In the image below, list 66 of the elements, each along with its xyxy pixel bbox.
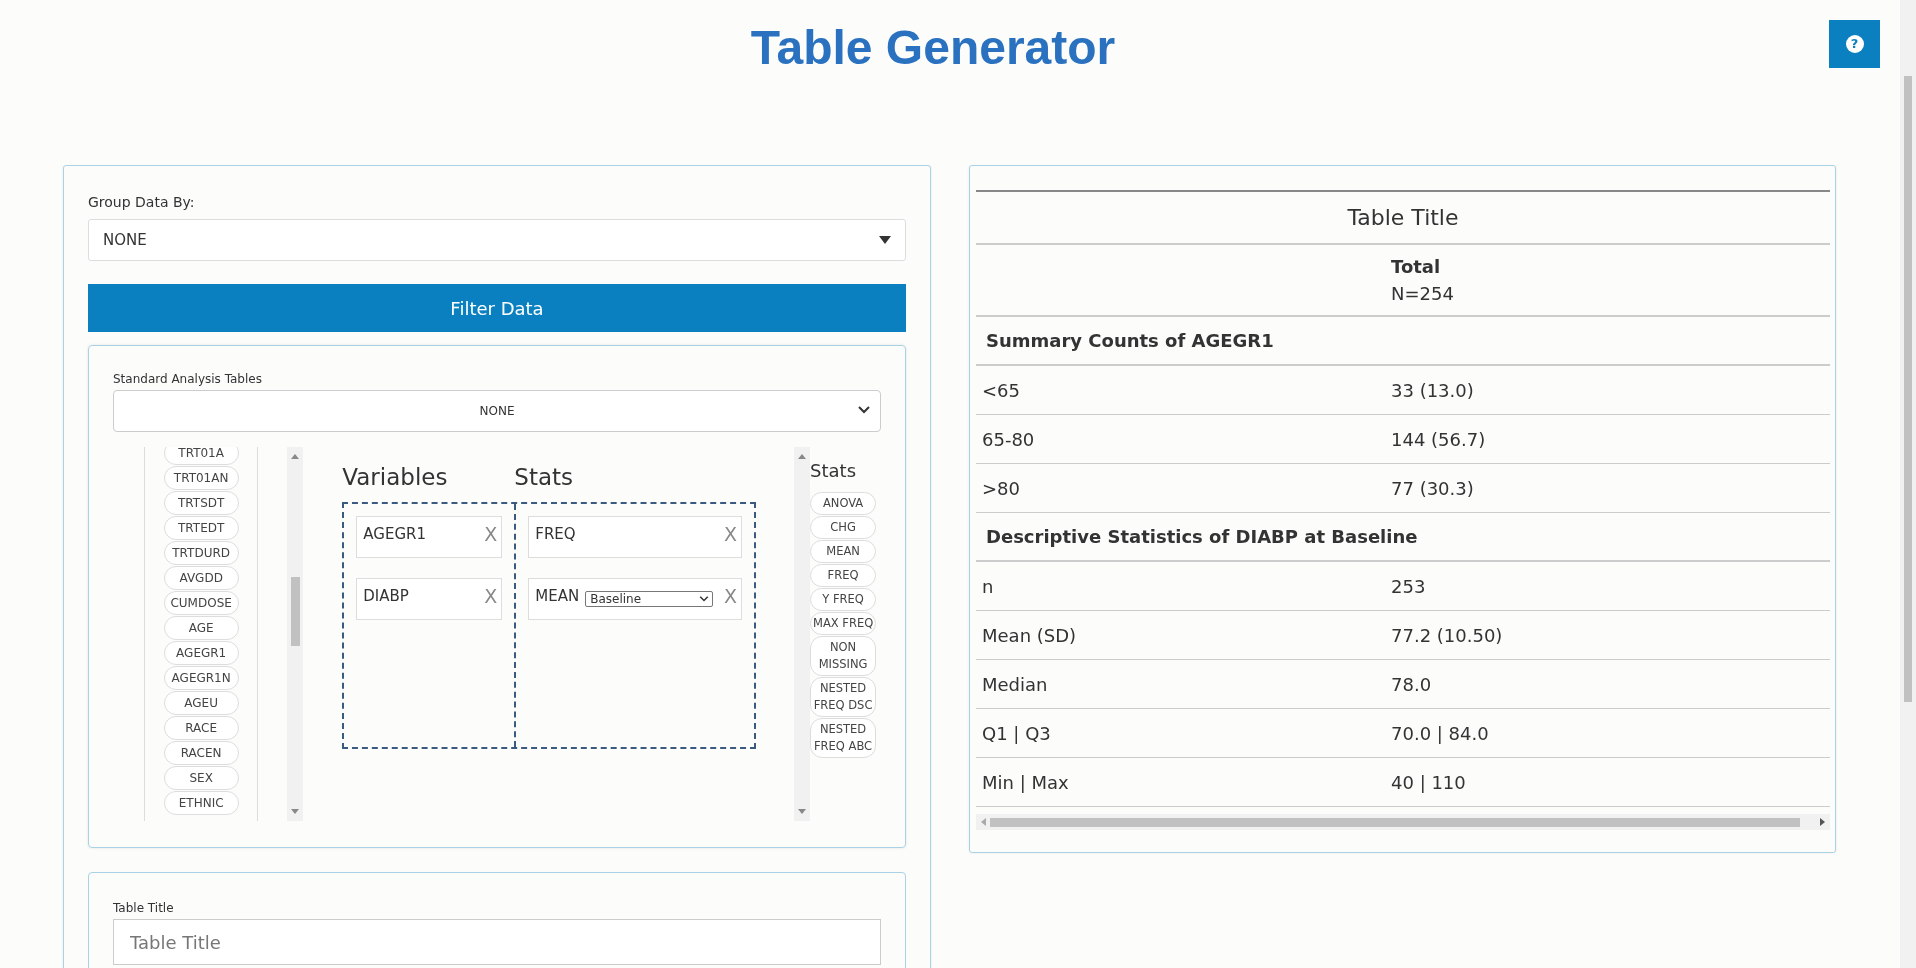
table-cell: 70.0 | 84.0: [1391, 722, 1489, 744]
variable-chip[interactable]: TRT01AN: [163, 466, 239, 490]
variable-chip[interactable]: SEX: [163, 766, 239, 790]
standard-tables-select[interactable]: NONE: [113, 390, 881, 432]
variable-chip[interactable]: AGEGR1N: [163, 666, 239, 690]
title-input[interactable]: Table Title: [113, 919, 881, 965]
variable-chip[interactable]: CUMDOSE: [163, 591, 239, 615]
column-header: Total: [1391, 255, 1442, 279]
row-label: 65-80: [982, 428, 1035, 450]
row-label: Q1 | Q3: [982, 722, 1051, 744]
variable-chip[interactable]: RACEN: [163, 741, 239, 765]
variable-chip[interactable]: TRT01A: [163, 447, 239, 465]
item-name: DIABP: [363, 586, 409, 607]
row-label: Min | Max: [982, 771, 1069, 793]
palette-heading: Stats: [810, 459, 858, 483]
stat-chip[interactable]: NESTED FREQ DSC: [810, 677, 877, 717]
row-label: Mean (SD): [982, 624, 1077, 646]
stat-chip[interactable]: ANOVA: [810, 492, 877, 515]
field-label: Table Title: [113, 900, 174, 917]
row-label: >80: [982, 477, 1020, 499]
item-name: FREQ: [535, 524, 576, 545]
table-cell: 253: [1391, 575, 1426, 597]
row-label: <65: [982, 379, 1020, 401]
variable-chip[interactable]: TRTSDT: [163, 491, 239, 515]
table-cell: 77.2 (10.50): [1391, 624, 1503, 646]
stat-chip[interactable]: Y FREQ: [810, 588, 877, 611]
variable-chip[interactable]: TRTEDT: [163, 516, 239, 540]
variable-chip[interactable]: RACE: [163, 716, 239, 740]
stat-chip[interactable]: NON MISSING: [810, 636, 877, 676]
variable-chip[interactable]: AVGDD: [163, 566, 239, 590]
remove-button[interactable]: X: [724, 587, 738, 606]
table-cell: 33 (13.0): [1391, 379, 1474, 401]
column-count: N=254: [1391, 282, 1455, 306]
stat-chip[interactable]: FREQ: [810, 564, 877, 587]
field-label: Group Data By:: [88, 193, 195, 212]
column-heading: Stats: [514, 462, 574, 492]
stat-chip[interactable]: MEAN: [810, 540, 877, 563]
option-select[interactable]: Baseline: [585, 591, 714, 607]
page-title: Table Generator: [750, 24, 1116, 76]
table-title: Table Title: [1347, 204, 1459, 232]
variable-chip[interactable]: TRTDURD: [163, 541, 239, 565]
table-cell: 144 (56.7): [1391, 428, 1486, 450]
row-label: Median: [982, 673, 1048, 695]
section-heading: Descriptive Statistics of DIABP at Baseline: [986, 525, 1418, 549]
remove-button[interactable]: X: [484, 525, 498, 544]
remove-button[interactable]: X: [724, 525, 738, 544]
remove-button[interactable]: X: [484, 587, 498, 606]
row-label: n: [982, 575, 994, 597]
stat-chip[interactable]: NESTED FREQ ABC: [810, 718, 877, 758]
help-button[interactable]: ?: [1829, 20, 1880, 68]
item-name: MEAN: [535, 586, 580, 607]
item-name: AGEGR1: [363, 524, 426, 545]
variable-chip[interactable]: AGEU: [163, 691, 239, 715]
field-label: Standard Analysis Tables: [113, 371, 262, 388]
table-cell: 77 (30.3): [1391, 477, 1474, 499]
table-cell: 40 | 110: [1391, 771, 1466, 793]
filter-data-button[interactable]: Filter Data: [88, 284, 906, 332]
stat-chip[interactable]: MAX FREQ: [810, 612, 877, 635]
section-heading: Summary Counts of AGEGR1: [986, 329, 1274, 353]
column-heading: Variables: [342, 462, 449, 492]
table-cell: 78.0: [1391, 673, 1432, 695]
variable-chip[interactable]: AGEGR1: [163, 641, 239, 665]
variable-chip[interactable]: ETHNIC: [163, 791, 239, 815]
stat-chip[interactable]: CHG: [810, 516, 877, 539]
variable-chip[interactable]: AGE: [163, 616, 239, 640]
group-by-select[interactable]: NONE: [88, 219, 906, 261]
